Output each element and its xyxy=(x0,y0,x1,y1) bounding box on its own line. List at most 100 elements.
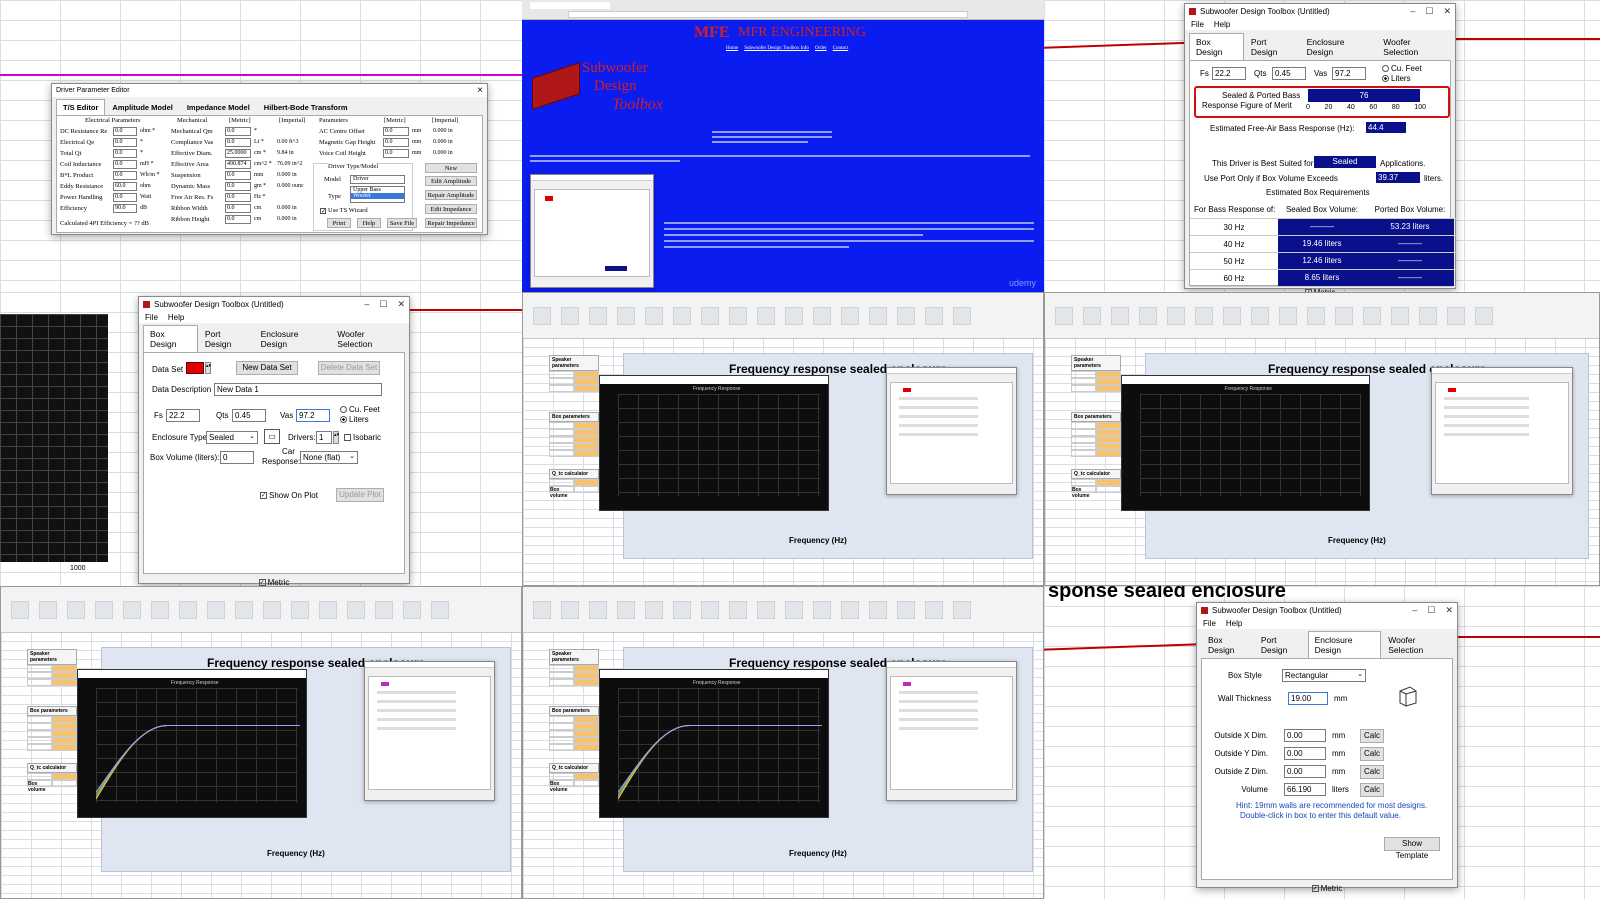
param-value-cell[interactable] xyxy=(1096,378,1121,385)
maximize-icon[interactable]: ☐ xyxy=(1425,6,1433,17)
tab-woofer-selection[interactable]: Woofer Selection xyxy=(1381,631,1453,658)
param-value-cell[interactable] xyxy=(1096,443,1121,450)
repair-impedance-button[interactable]: Repair Impedance xyxy=(425,218,477,228)
repair-amplitude-button[interactable]: Repair Amplitude xyxy=(425,190,477,200)
ribbon-button-icon[interactable] xyxy=(729,307,747,325)
param-value-cell[interactable] xyxy=(574,737,599,744)
ribbon-button-icon[interactable] xyxy=(841,601,859,619)
param-field[interactable]: 0.0 xyxy=(113,149,137,158)
close-icon[interactable]: ✕ xyxy=(397,299,405,310)
param-field[interactable]: 90.0 xyxy=(113,204,137,213)
liters-radio[interactable]: Liters xyxy=(1382,74,1411,83)
ribbon-button-icon[interactable] xyxy=(533,307,551,325)
ribbon-button-icon[interactable] xyxy=(1335,307,1353,325)
tab-enclosure-design[interactable]: Enclosure Design xyxy=(254,325,331,352)
tab-port-design[interactable]: Port Design xyxy=(1254,631,1308,658)
param-value-cell[interactable] xyxy=(574,443,599,450)
param-value-cell[interactable] xyxy=(1096,450,1121,457)
menu-help[interactable]: Help xyxy=(1214,20,1230,29)
cu-feet-radio[interactable]: Cu. Feet xyxy=(340,405,380,414)
param-value-cell[interactable] xyxy=(1096,429,1121,436)
param-value-cell[interactable] xyxy=(574,378,599,385)
param-value-cell[interactable] xyxy=(52,730,77,737)
fs-field[interactable]: 22.2 xyxy=(1212,67,1246,80)
param-field[interactable]: 0.0 xyxy=(225,182,251,191)
close-icon[interactable]: ✕ xyxy=(1445,605,1453,616)
ribbon-button-icon[interactable] xyxy=(1111,307,1129,325)
ribbon-button-icon[interactable] xyxy=(1307,307,1325,325)
close-icon[interactable]: ✕ xyxy=(1443,6,1451,17)
browser-tab[interactable] xyxy=(530,2,610,9)
radio-on-icon[interactable] xyxy=(1382,75,1389,83)
new-data-set-button[interactable]: New Data Set xyxy=(236,361,298,375)
type-listbox[interactable]: Upper Bass Woofer xyxy=(350,186,405,203)
ribbon-button-icon[interactable] xyxy=(11,601,29,619)
param-value-cell[interactable] xyxy=(574,422,599,429)
dataset-swatch[interactable] xyxy=(186,362,204,374)
param-value-cell[interactable] xyxy=(52,723,77,730)
ribbon-button-icon[interactable] xyxy=(953,601,971,619)
param-value-cell[interactable] xyxy=(52,737,77,744)
param-value-cell[interactable] xyxy=(1096,371,1121,378)
param-field[interactable]: 0.0 xyxy=(383,149,409,158)
param-value-cell[interactable] xyxy=(574,450,599,457)
isobaric-checkbox[interactable]: Isobaric xyxy=(344,433,381,442)
minimize-icon[interactable]: – xyxy=(364,299,369,310)
ribbon-button-icon[interactable] xyxy=(431,601,449,619)
minimize-icon[interactable]: – xyxy=(1412,605,1417,616)
ribbon-button-icon[interactable] xyxy=(757,601,775,619)
qts-field[interactable]: 0.45 xyxy=(1272,67,1306,80)
ribbon-button-icon[interactable] xyxy=(291,601,309,619)
radio-off-icon[interactable] xyxy=(340,406,347,414)
param-field[interactable]: 25.0000 xyxy=(225,149,251,158)
fs-field[interactable]: 22.2 xyxy=(166,409,200,422)
menu-file[interactable]: File xyxy=(145,313,158,322)
desc-field[interactable]: New Data 1 xyxy=(214,383,382,396)
param-value-cell[interactable] xyxy=(1096,422,1121,429)
metric-check-icon[interactable]: ✓ xyxy=(1311,885,1319,893)
param-value-cell[interactable] xyxy=(574,436,599,443)
ribbon-button-icon[interactable] xyxy=(1083,307,1101,325)
ribbon-button-icon[interactable] xyxy=(869,601,887,619)
param-field[interactable]: 0.0 xyxy=(113,138,137,147)
update-plot-button[interactable]: Update Plot xyxy=(336,488,384,502)
param-value-cell[interactable] xyxy=(52,672,77,679)
ribbon-button-icon[interactable] xyxy=(375,601,393,619)
vas-field[interactable]: 97.2 xyxy=(296,409,330,422)
nav-info[interactable]: Subwoofer Design Toolbox Info xyxy=(744,46,809,51)
calc-button[interactable]: Calc xyxy=(1360,783,1384,797)
ribbon-button-icon[interactable] xyxy=(617,307,635,325)
ribbon-button-icon[interactable] xyxy=(207,601,225,619)
param-field[interactable]: 0.0 xyxy=(383,127,409,136)
ribbon-button-icon[interactable] xyxy=(235,601,253,619)
ribbon-button-icon[interactable] xyxy=(1223,307,1241,325)
ribbon-button-icon[interactable] xyxy=(1139,307,1157,325)
param-value-cell[interactable] xyxy=(1096,385,1121,392)
ribbon-button-icon[interactable] xyxy=(123,601,141,619)
isobaric-check-icon[interactable] xyxy=(344,434,351,442)
param-value-cell[interactable] xyxy=(574,665,599,672)
param-value-cell[interactable] xyxy=(574,716,599,723)
tab-amplitude-model[interactable]: Amplitude Model xyxy=(105,99,179,115)
param-field[interactable]: 60.0 xyxy=(113,182,137,191)
help-button[interactable]: Help xyxy=(357,218,381,228)
ribbon-button-icon[interactable] xyxy=(813,601,831,619)
param-field[interactable]: 490.874 xyxy=(225,160,251,169)
ribbon-button-icon[interactable] xyxy=(897,307,915,325)
ribbon-button-icon[interactable] xyxy=(785,307,803,325)
wall-field[interactable]: 19.00 xyxy=(1288,692,1328,705)
param-value-cell[interactable] xyxy=(574,429,599,436)
ribbon-button-icon[interactable] xyxy=(67,601,85,619)
ribbon-button-icon[interactable] xyxy=(151,601,169,619)
ribbon-button-icon[interactable] xyxy=(841,307,859,325)
nav-order[interactable]: Order xyxy=(815,46,827,51)
param-value-cell[interactable] xyxy=(574,723,599,730)
dim-field[interactable]: 0.00 xyxy=(1284,747,1326,760)
param-field[interactable]: 0.0 xyxy=(225,171,251,180)
metric-check-icon[interactable]: ✓ xyxy=(258,579,266,586)
metric-checkbox[interactable]: ✓Metric xyxy=(1197,884,1457,893)
calc-button[interactable]: Calc xyxy=(1360,747,1384,761)
tab-ts-editor[interactable]: T/S Editor xyxy=(56,99,106,115)
param-value-cell[interactable] xyxy=(574,679,599,686)
enc-select[interactable]: Sealed ⌄ xyxy=(206,431,258,444)
